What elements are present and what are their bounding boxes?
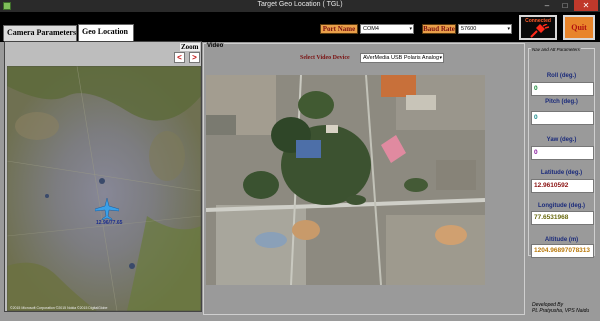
latitude-label: Latitude (deg.) [540,170,583,176]
port-name-select[interactable]: COM4 ▾ [360,24,414,34]
zoom-out-button[interactable]: < [174,52,185,63]
nav-att-legend: Nav and Att Parameters [531,47,581,52]
port-name-value: COM4 [363,26,379,32]
video-device-label: Select Video Device [300,55,350,61]
geo-location-panel: Zoom < > 12.96/77.65 ©2015 Microsoft Cor… [4,41,202,312]
longitude-label: Longitude (deg.) [538,203,585,209]
tab-geo-location[interactable]: Geo Location [78,24,134,41]
window-titlebar: Target Geo Location ( TGL) – □ ✕ [0,0,600,12]
yaw-field[interactable]: 0 [531,146,594,160]
baud-rate-select[interactable]: 57600 ▾ [458,24,512,34]
video-legend: Video [206,43,225,49]
map-attribution: ©2015 Microsoft Corporation ©2015 Nokia … [10,306,108,310]
pitch-field[interactable]: 0 [531,111,594,125]
marker-coordinates: 12.96/77.65 [96,220,123,226]
chevron-down-icon: ▾ [507,26,510,32]
tab-camera-parameters[interactable]: Camera Parameters [3,25,77,41]
window-title: Target Geo Location ( TGL) [257,1,343,8]
baud-rate-value: 57600 [461,26,477,32]
connection-toggle[interactable]: Connected [519,15,557,40]
minimize-button[interactable]: – [538,0,556,11]
altitude-label: Altitude (m) [544,237,579,243]
aircraft-marker-icon [95,198,119,220]
chevron-down-icon: ▾ [439,55,442,61]
video-feed [206,75,485,285]
developer-names: PL Pratyusha, VPS Naidu [532,308,590,314]
map-imagery [7,66,201,311]
baud-rate-label: Baud Rate [422,24,456,34]
roll-label: Roll (deg.) [546,73,577,79]
port-name-label: Port Name [320,24,358,34]
satellite-map[interactable]: 12.96/77.65 ©2015 Microsoft Corporation … [7,66,201,311]
maximize-button[interactable]: □ [556,0,574,11]
close-button[interactable]: ✕ [574,0,598,11]
video-device-select[interactable]: AVerMedia USB Polaris Analog ▾ [360,53,444,63]
pitch-label: Pitch (deg.) [545,99,578,105]
zoom-label: Zoom [180,43,200,51]
latitude-field[interactable]: 12.9610592 [531,179,594,193]
connector-plug-icon [530,24,549,38]
video-frame-image [206,75,485,285]
chevron-down-icon: ▾ [409,26,412,32]
yaw-label: Yaw (deg.) [546,137,577,143]
quit-button[interactable]: Quit [563,15,595,40]
video-device-value: AVerMedia USB Polaris Analog [363,55,440,61]
longitude-field[interactable]: 77.6531968 [531,211,594,225]
zoom-in-button[interactable]: > [189,52,200,63]
altitude-field[interactable]: 1204.96897078313 [531,244,594,258]
developer-credits: Developed By PL Pratyusha, VPS Naidu [532,302,589,314]
roll-field[interactable]: 0 [531,82,594,96]
